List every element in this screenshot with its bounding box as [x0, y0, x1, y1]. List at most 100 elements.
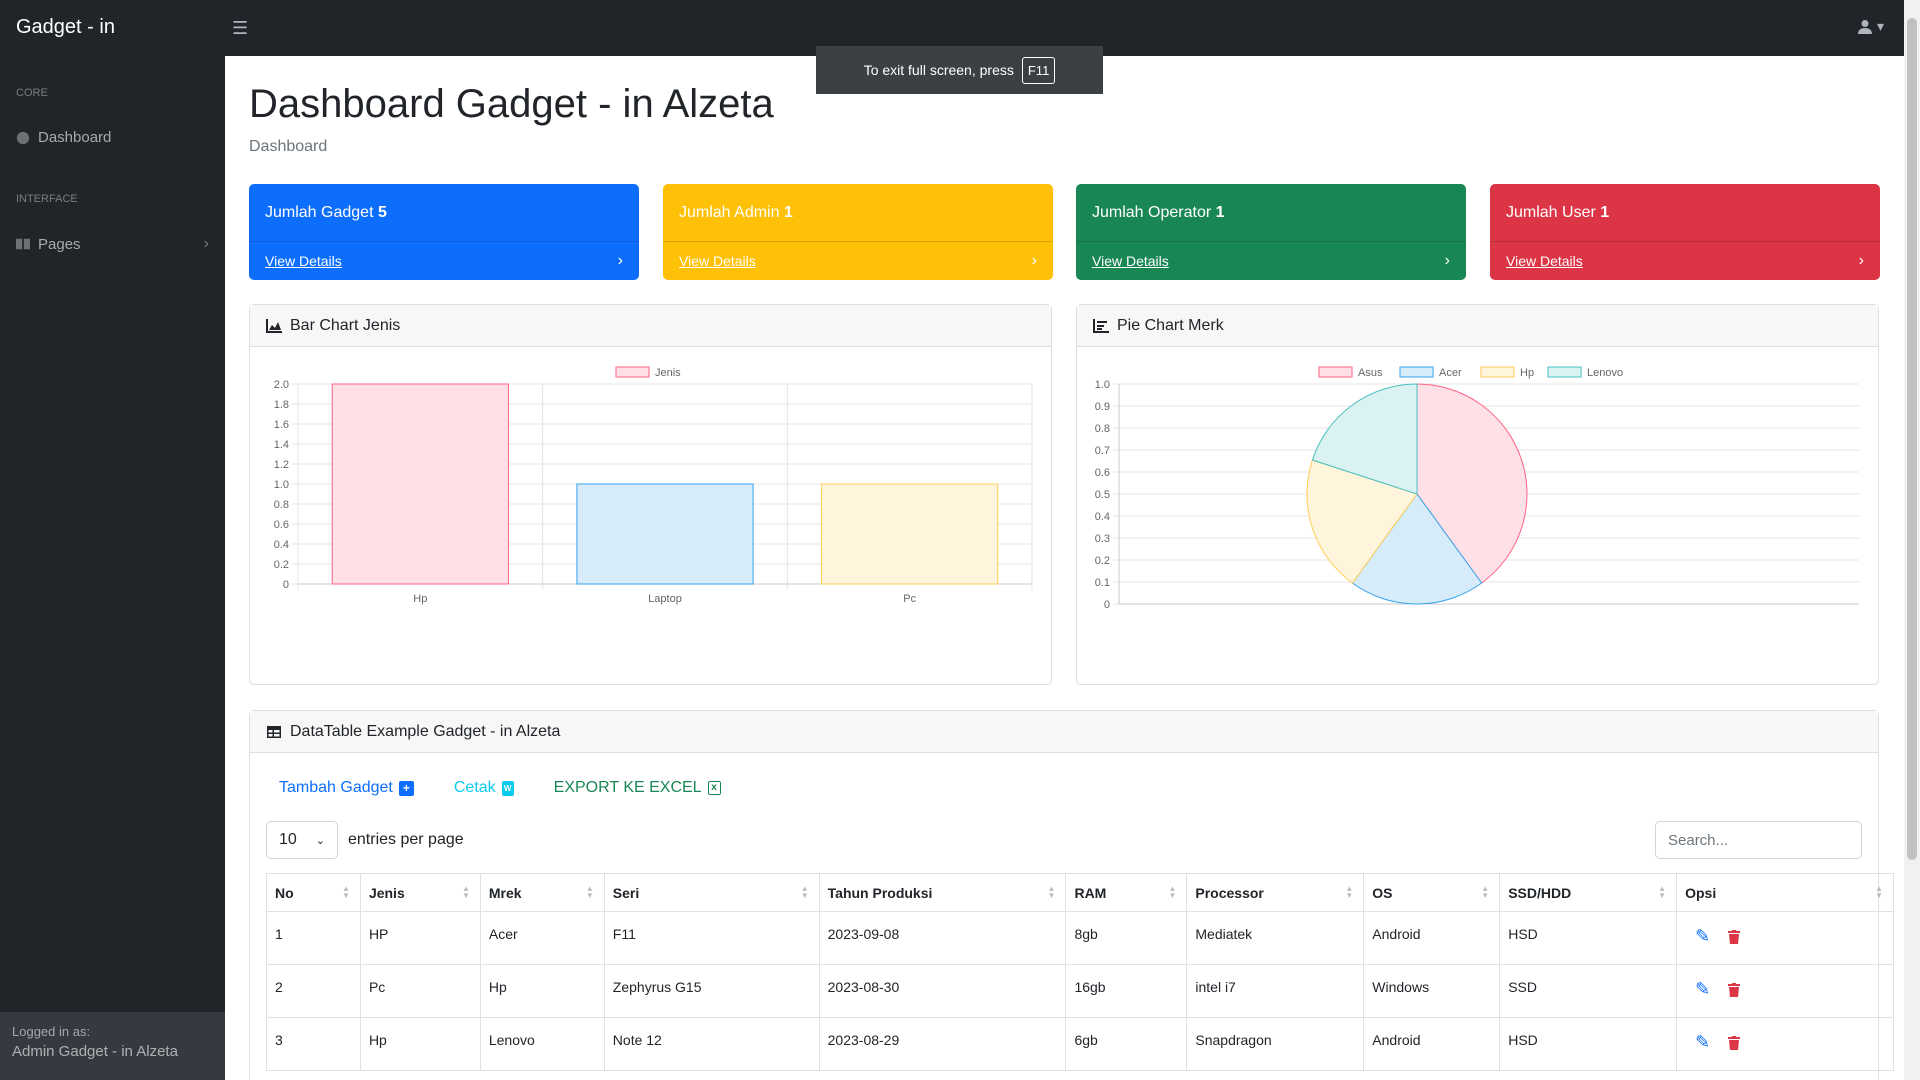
- view-details-link[interactable]: View Details: [1506, 253, 1583, 269]
- sidebar-heading-core: CORE: [16, 87, 48, 99]
- column-header[interactable]: Jenis ▲ ▼: [359, 873, 481, 912]
- view-details-link[interactable]: View Details: [265, 253, 342, 269]
- chevron-right-icon[interactable]: ›: [618, 252, 623, 270]
- y-tick-label: 0.6: [1095, 467, 1110, 479]
- stat-value: 1: [1215, 204, 1225, 221]
- column-header[interactable]: Tahun Produksi ▲ ▼: [818, 873, 1067, 912]
- sidebar-heading-interface: INTERFACE: [16, 193, 78, 205]
- column-header[interactable]: Mrek ▲ ▼: [479, 873, 605, 912]
- stat-card-body: Jumlah Operator 1: [1076, 184, 1466, 241]
- legend-swatch: [615, 366, 650, 378]
- table-cell-actions: ✎: [1676, 1017, 1894, 1071]
- card-title: Bar Chart Jenis: [290, 316, 401, 334]
- stat-value: 1: [783, 204, 793, 221]
- table-cell: Pc: [359, 964, 481, 1018]
- chevron-right-icon[interactable]: ›: [1859, 252, 1864, 270]
- sidebar-footer: Logged in as: Admin Gadget - in Alzeta: [0, 1012, 225, 1080]
- search-input[interactable]: [1655, 821, 1862, 859]
- table-cell: 2023-08-29: [818, 1017, 1067, 1071]
- scrollbar-thumb[interactable]: [1907, 18, 1917, 860]
- export-excel-label: EXPORT KE EXCEL: [553, 779, 702, 796]
- y-tick-label: 0.1: [1095, 577, 1110, 589]
- table-cell-actions: ✎: [1676, 911, 1894, 965]
- sidebar-item-label: Dashboard: [38, 129, 112, 146]
- view-details-link[interactable]: View Details: [679, 253, 756, 269]
- stat-card-body: Jumlah Admin 1: [663, 184, 1053, 241]
- sidebar-item-label: Pages: [38, 235, 81, 253]
- card-header: DataTable Example Gadget - in Alzeta: [250, 711, 1878, 753]
- export-excel-button[interactable]: EXPORT KE EXCEL x: [554, 779, 721, 797]
- table-row: 2 Pc Hp Zephyrus G15 2023-08-30 16gb intel i7 W…: [266, 964, 1894, 1018]
- bar-chart-card: Bar Chart Jenis Jenis 0 0.2 0.4 0.6 0.8 1.0 1.2…: [249, 304, 1052, 685]
- column-header[interactable]: OS ▲ ▼: [1363, 873, 1501, 912]
- x-tick-label: Laptop: [648, 593, 682, 605]
- table-cell: 2023-09-08: [818, 911, 1067, 965]
- table-cell: Snapdragon: [1186, 1017, 1365, 1071]
- table-cell: intel i7: [1186, 964, 1365, 1018]
- entries-value: 10: [279, 831, 297, 848]
- chevron-right-icon[interactable]: ›: [1445, 252, 1450, 270]
- column-header[interactable]: Processor ▲ ▼: [1186, 873, 1365, 912]
- table-cell: Lenovo: [479, 1017, 605, 1071]
- y-tick-label: 2.0: [274, 379, 289, 391]
- x-tick-label: Pc: [903, 593, 916, 605]
- brand-title[interactable]: Gadget - in: [16, 16, 115, 39]
- table-row: 1 HP Acer F11 2023-09-08 8gb Mediatek Android HS…: [266, 911, 1894, 965]
- table-cell: HSD: [1499, 1017, 1678, 1071]
- print-button[interactable]: Cetak W: [454, 779, 514, 797]
- table-cell-actions: ✎: [1676, 964, 1894, 1018]
- pencil-icon[interactable]: ✎: [1695, 926, 1710, 946]
- trash-icon[interactable]: [1728, 929, 1741, 947]
- table-cell: HSD: [1499, 911, 1678, 965]
- logged-in-label: Logged in as:: [12, 1024, 91, 1039]
- y-tick-label: 0.4: [274, 539, 289, 551]
- y-tick-label: 0.5: [1095, 489, 1110, 501]
- fullscreen-message: To exit full screen, press: [863, 62, 1014, 78]
- stat-card-user: Jumlah User 1 View Details ›: [1490, 184, 1880, 280]
- table-cell: Android: [1363, 911, 1501, 965]
- x-tick-label: Hp: [413, 593, 427, 605]
- stat-card-operator: Jumlah Operator 1 View Details ›: [1076, 184, 1466, 280]
- entries-select[interactable]: 10 ⌄: [266, 821, 338, 859]
- stat-card-body: Jumlah Gadget 5: [249, 184, 639, 241]
- sidebar-item-dashboard[interactable]: Dashboard: [16, 129, 209, 146]
- y-tick-label: 1.8: [274, 399, 289, 411]
- table-row: 3 Hp Lenovo Note 12 2023-08-29 6gb Snapdragon A…: [266, 1017, 1894, 1071]
- column-header[interactable]: No ▲ ▼: [266, 873, 361, 912]
- pencil-icon[interactable]: ✎: [1695, 1032, 1710, 1052]
- pencil-icon[interactable]: ✎: [1695, 979, 1710, 999]
- legend-swatch: [1547, 366, 1582, 378]
- trash-icon[interactable]: [1728, 982, 1741, 1000]
- column-header[interactable]: RAM ▲ ▼: [1065, 873, 1188, 912]
- file-word-icon: W: [501, 780, 514, 796]
- table-cell: 2: [266, 964, 361, 1018]
- column-header[interactable]: Opsi ▲ ▼: [1676, 873, 1894, 912]
- y-tick-label: 1.0: [1095, 379, 1110, 391]
- table-cell: 8gb: [1065, 911, 1188, 965]
- user-menu-button[interactable]: ▾: [1857, 18, 1884, 35]
- legend-label: Hp: [1520, 367, 1534, 379]
- stat-value: 5: [377, 204, 387, 221]
- table-cell: F11: [603, 911, 820, 965]
- trash-icon[interactable]: [1728, 1035, 1741, 1053]
- legend-swatch: [1318, 366, 1353, 378]
- table-cell: 6gb: [1065, 1017, 1188, 1071]
- stat-card-footer: View Details ›: [1076, 241, 1466, 280]
- bar-chart: Jenis 0 0.2 0.4 0.6 0.8 1.0 1.2 1.4 1.6 1.8 2.0 Hp La…: [274, 366, 1033, 605]
- column-header[interactable]: Seri ▲ ▼: [603, 873, 820, 912]
- chevron-right-icon[interactable]: ›: [1032, 252, 1037, 270]
- table-cell: Android: [1363, 1017, 1501, 1071]
- add-gadget-button[interactable]: Tambah Gadget +: [279, 779, 414, 797]
- y-tick-label: 0: [283, 579, 289, 591]
- card-header: Pie Chart Merk: [1077, 305, 1878, 347]
- view-details-link[interactable]: View Details: [1092, 253, 1169, 269]
- y-tick-label: 1.0: [274, 479, 289, 491]
- column-header[interactable]: SSD/HDD ▲ ▼: [1499, 873, 1678, 912]
- table-icon: [267, 725, 281, 738]
- gadget-table: No ▲ ▼ Jenis ▲ ▼ Mrek ▲ ▼ Seri ▲ ▼ Tahun Produks…: [266, 873, 1894, 1071]
- hamburger-icon[interactable]: ☰: [232, 18, 248, 39]
- table-header-row: No ▲ ▼ Jenis ▲ ▼ Mrek ▲ ▼ Seri ▲ ▼ Tahun Produks…: [266, 873, 1894, 912]
- page-scrollbar[interactable]: [1904, 0, 1920, 1080]
- bar: [821, 483, 999, 585]
- sidebar-item-pages[interactable]: Pages ›: [16, 235, 209, 253]
